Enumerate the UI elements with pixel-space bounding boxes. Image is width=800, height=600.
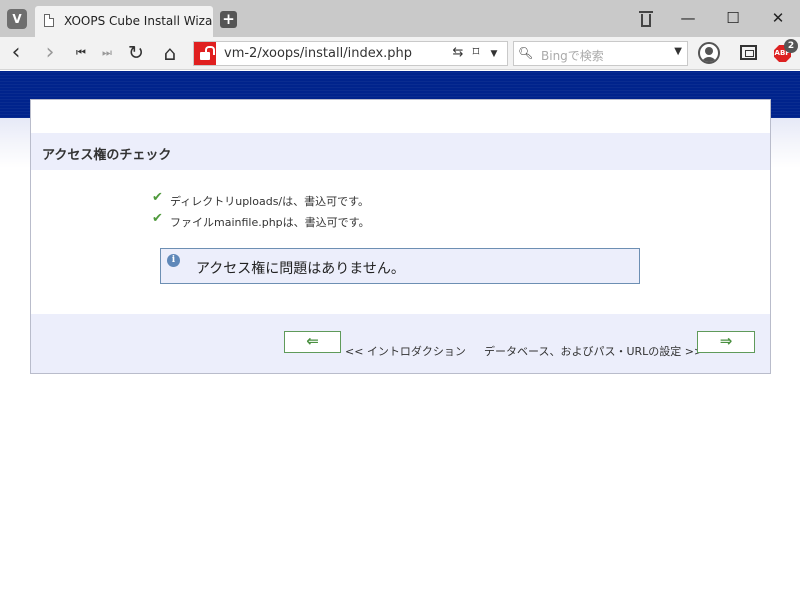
close-button[interactable]: ✕ [766, 8, 790, 28]
previous-label: << イントロダクション [345, 345, 466, 358]
maximize-button[interactable]: ☐ [721, 8, 745, 28]
search-placeholder: Bingで検索 [541, 49, 604, 63]
check-icon: ✔ [152, 211, 163, 226]
home-button[interactable]: ⌂ [160, 43, 180, 63]
forward-button[interactable]: › [40, 42, 60, 64]
tab-strip: V XOOPS Cube Install Wizard + — ☐ ✕ [0, 0, 800, 37]
minimize-button[interactable]: — [676, 8, 700, 28]
fastforward-button[interactable]: ⏭ [97, 43, 117, 63]
tab-title: XOOPS Cube Install Wizard [64, 14, 212, 28]
search-field[interactable]: 🔍︎ Bingで検索 ▼ [513, 41, 688, 66]
next-button[interactable]: ⇒ [697, 331, 755, 353]
adblock-badge: 2 [784, 39, 798, 53]
page-title: アクセス権のチェック [42, 148, 172, 163]
page-icon [44, 14, 54, 27]
address-field[interactable]: vm-2/xoops/install/index.php ⇆ ⌑ ▼ [193, 41, 508, 66]
tab-xoops-install[interactable]: XOOPS Cube Install Wizard [35, 6, 213, 37]
address-toolbar: ‹ › ⏮ ⏭ ↻ ⌂ vm-2/xoops/install/index.php… [0, 37, 800, 70]
wizard-top-spacer [31, 100, 770, 133]
capture-icon[interactable] [740, 45, 757, 60]
wizard-footer: ⇐ << イントロダクション データベース、およびパス・URLの設定 >> ⇒ [31, 314, 770, 373]
page-viewport: アクセス権のチェック ✔ ディレクトリuploads/は、書込可です。 ✔ ファ… [0, 71, 800, 600]
url-dropdown-icon[interactable]: ▼ [485, 49, 503, 59]
status-notice: i アクセス権に問題はありません。 [160, 248, 640, 284]
lock-icon[interactable] [194, 42, 216, 65]
check-text: ファイルmainfile.phpは、書込可です。 [170, 216, 370, 229]
next-label: データベース、およびパス・URLの設定 >> [484, 345, 704, 358]
check-icon: ✔ [152, 190, 163, 205]
install-wizard-panel: アクセス権のチェック ✔ ディレクトリuploads/は、書込可です。 ✔ ファ… [30, 99, 771, 374]
wizard-header: アクセス権のチェック [31, 133, 770, 170]
search-engine-dropdown-icon[interactable]: ▼ [674, 46, 682, 57]
search-icon[interactable]: 🔍︎ [518, 46, 533, 60]
avatar-icon[interactable] [698, 42, 720, 64]
url-text[interactable]: vm-2/xoops/install/index.php [224, 46, 412, 61]
reader-icon[interactable]: ⇆ [449, 45, 467, 60]
reload-button[interactable]: ↻ [126, 43, 146, 63]
trash-icon[interactable] [638, 10, 654, 28]
notice-message: アクセス権に問題はありません。 [196, 261, 405, 277]
check-text: ディレクトリuploads/は、書込可です。 [170, 195, 370, 208]
previous-button[interactable]: ⇐ [284, 331, 341, 353]
rewind-button[interactable]: ⏮ [71, 43, 91, 63]
back-button[interactable]: ‹ [6, 42, 26, 64]
bookmark-icon[interactable]: ⌑ [467, 45, 485, 60]
info-icon: i [167, 254, 180, 267]
vivaldi-menu-icon[interactable]: V [7, 9, 27, 29]
new-tab-button[interactable]: + [220, 11, 237, 28]
